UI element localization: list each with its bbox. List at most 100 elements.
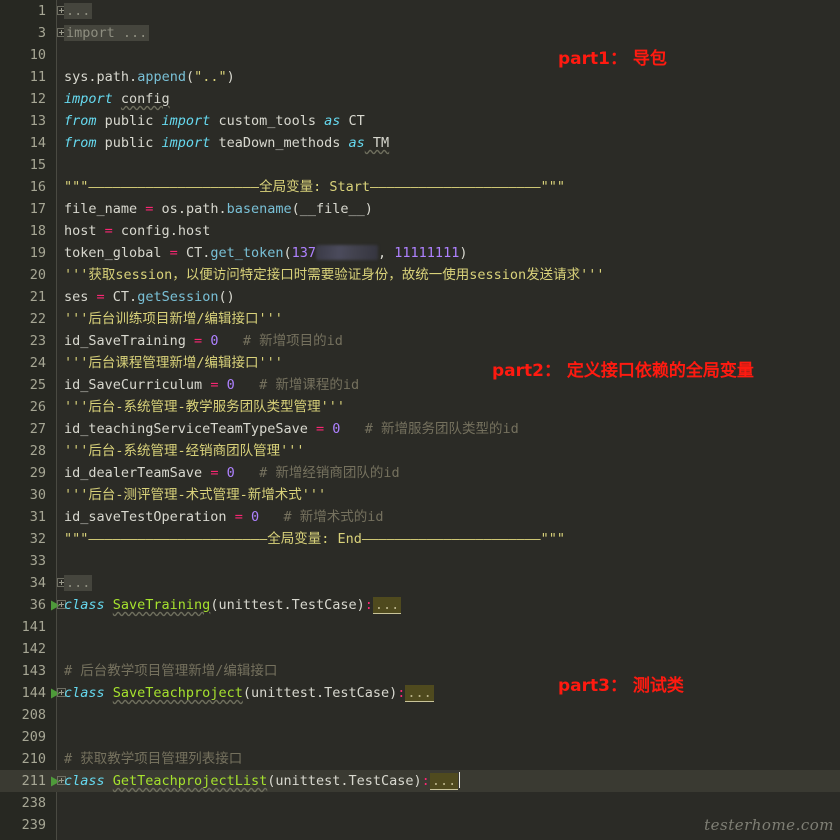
code-line[interactable]: 15 [0, 154, 840, 176]
code-text: ... [64, 572, 93, 594]
code-line[interactable]: 238 [0, 792, 840, 814]
code-line[interactable]: 14 from public import teaDown_methods as … [0, 132, 840, 154]
line-number: 16 [29, 179, 46, 195]
code-text: '''获取session，以便访问特定接口时需要验证身份，故统一使用sessio… [64, 264, 605, 286]
code-line[interactable]: 33 [0, 550, 840, 572]
code-line[interactable]: 34... [0, 572, 840, 594]
code-token: as [348, 135, 365, 151]
code-token: 137 [291, 245, 317, 261]
code-text: import config [64, 88, 170, 110]
annotation-part2: part2： 定义接口依赖的全局变量 [492, 361, 754, 381]
code-line[interactable]: 142 [0, 638, 840, 660]
code-line[interactable]: 23 id_SaveTraining = 0 # 新增项目的id [0, 330, 840, 352]
code-token: ( [283, 245, 292, 261]
code-token: ... [372, 597, 402, 614]
code-token: = [194, 333, 203, 349]
code-token: ".." [194, 69, 227, 85]
code-text: ses = CT.getSession() [64, 286, 235, 308]
code-token: '''后台-系统管理-经销商团队管理''' [64, 443, 305, 459]
code-text: ... [64, 0, 93, 22]
code-line[interactable]: 19 token_global = CT.get_token(137, 11111… [0, 242, 840, 264]
code-line[interactable]: 20 '''获取session，以便访问特定接口时需要验证身份，故统一使用sess… [0, 264, 840, 286]
code-line[interactable]: 208 [0, 704, 840, 726]
code-text: class GetTeachprojectList(unittest.TestC… [64, 770, 461, 792]
code-token: config [120, 91, 170, 107]
code-line[interactable]: 210 # 获取教学项目管理列表接口 [0, 748, 840, 770]
code-line[interactable]: 144 class SaveTeachproject(unittest.TestC… [0, 682, 840, 704]
code-line[interactable]: 1... [0, 0, 840, 22]
code-line[interactable]: 18 host = config.host [0, 220, 840, 242]
code-line[interactable]: 16 """—————————————————————全局变量: Start———… [0, 176, 840, 198]
code-text: '''后台课程管理新增/编辑接口''' [64, 352, 283, 374]
code-token: """—————————————————————全局变量: Start—————… [64, 179, 566, 195]
code-line[interactable]: 21 ses = CT.getSession() [0, 286, 840, 308]
code-token: SaveTeachproject [112, 685, 243, 701]
code-token: CT [340, 113, 365, 129]
line-number: 15 [29, 157, 46, 173]
code-token: TestCase) [324, 685, 398, 701]
code-line[interactable]: 211 class GetTeachprojectList(unittest.Te… [0, 770, 840, 792]
line-number: 12 [29, 91, 46, 107]
line-number: 28 [29, 443, 46, 459]
code-line[interactable]: 28 '''后台-系统管理-经销商团队管理''' [0, 440, 840, 462]
code-line[interactable]: 31 id_saveTestOperation = 0 # 新增术式的id [0, 506, 840, 528]
line-number: 21 [29, 289, 46, 305]
code-token: # 新增课程的id [259, 377, 360, 393]
code-line[interactable]: 32 """——————————————————————全局变量: End————… [0, 528, 840, 550]
code-text: """——————————————————————全局变量: End——————… [64, 528, 565, 550]
code-token: GetTeachprojectList [112, 773, 268, 789]
code-line[interactable]: 3 import ... [0, 22, 840, 44]
line-number: 142 [21, 641, 46, 657]
code-token: """——————————————————————全局变量: End——————… [64, 531, 566, 547]
line-number: 27 [29, 421, 46, 437]
code-line[interactable]: 27 id_teachingServiceTeamTypeSave = 0 # 新… [0, 418, 840, 440]
code-line[interactable]: 30 '''后台-测评管理-术式管理-新增术式''' [0, 484, 840, 506]
line-number: 10 [29, 47, 46, 63]
code-token: . [129, 289, 138, 305]
code-token: from [64, 113, 97, 129]
code-text: class SaveTeachproject(unittest.TestCase… [64, 682, 434, 704]
code-line[interactable]: 12 import config [0, 88, 840, 110]
code-line[interactable]: 10 [0, 44, 840, 66]
code-line[interactable]: 143 # 后台教学项目管理新增/编辑接口 [0, 660, 840, 682]
code-text: sys.path.append("..") [64, 66, 235, 88]
code-token: append [137, 69, 186, 85]
line-number: 13 [29, 113, 46, 129]
code-token: config [112, 223, 170, 239]
code-line[interactable]: 22 '''后台训练项目新增/编辑接口''' [0, 308, 840, 330]
line-number: 33 [29, 553, 46, 569]
code-line[interactable]: 26 '''后台-系统管理-教学服务团队类型管理''' [0, 396, 840, 418]
code-token: 0 [226, 377, 235, 393]
annotation-part1: part1： 导包 [558, 49, 667, 69]
code-token: class [64, 685, 105, 701]
code-token: ... [429, 773, 459, 790]
code-token: ) [226, 69, 235, 85]
code-token: ses [64, 289, 97, 305]
code-token: ) [459, 245, 468, 261]
code-line[interactable]: 141 [0, 616, 840, 638]
code-token: host [64, 223, 105, 239]
code-token: # 新增服务团队类型的id [364, 421, 519, 437]
code-token: '''后台-系统管理-教学服务团队类型管理''' [64, 399, 346, 415]
code-line[interactable]: 29 id_dealerTeamSave = 0 # 新增经销商团队的id [0, 462, 840, 484]
code-editor[interactable]: 1... 3 import ... 10 11 sys.path.append("..")… [0, 0, 840, 840]
line-number: 144 [21, 685, 46, 701]
code-line[interactable]: 36 class SaveTraining(unittest.TestCase):… [0, 594, 840, 616]
code-text: '''后台-系统管理-教学服务团队类型管理''' [64, 396, 345, 418]
code-text: id_dealerTeamSave = 0 # 新增经销商团队的id [64, 462, 400, 484]
code-line[interactable]: 17 file_name = os.path.basename(__file__) [0, 198, 840, 220]
code-line[interactable]: 209 [0, 726, 840, 748]
code-line[interactable]: 11 sys.path.append("..") [0, 66, 840, 88]
code-token: class [64, 597, 105, 613]
code-text: host = config.host [64, 220, 210, 242]
code-line[interactable]: 13 from public import custom_tools as CT [0, 110, 840, 132]
code-text: from public import teaDown_methods as TM [64, 132, 389, 154]
code-token: (unittest [210, 597, 284, 613]
code-token: # 后台教学项目管理新增/编辑接口 [64, 663, 278, 679]
code-token: ( [185, 69, 195, 85]
code-token: : [421, 773, 430, 789]
code-token: sys [64, 69, 89, 85]
